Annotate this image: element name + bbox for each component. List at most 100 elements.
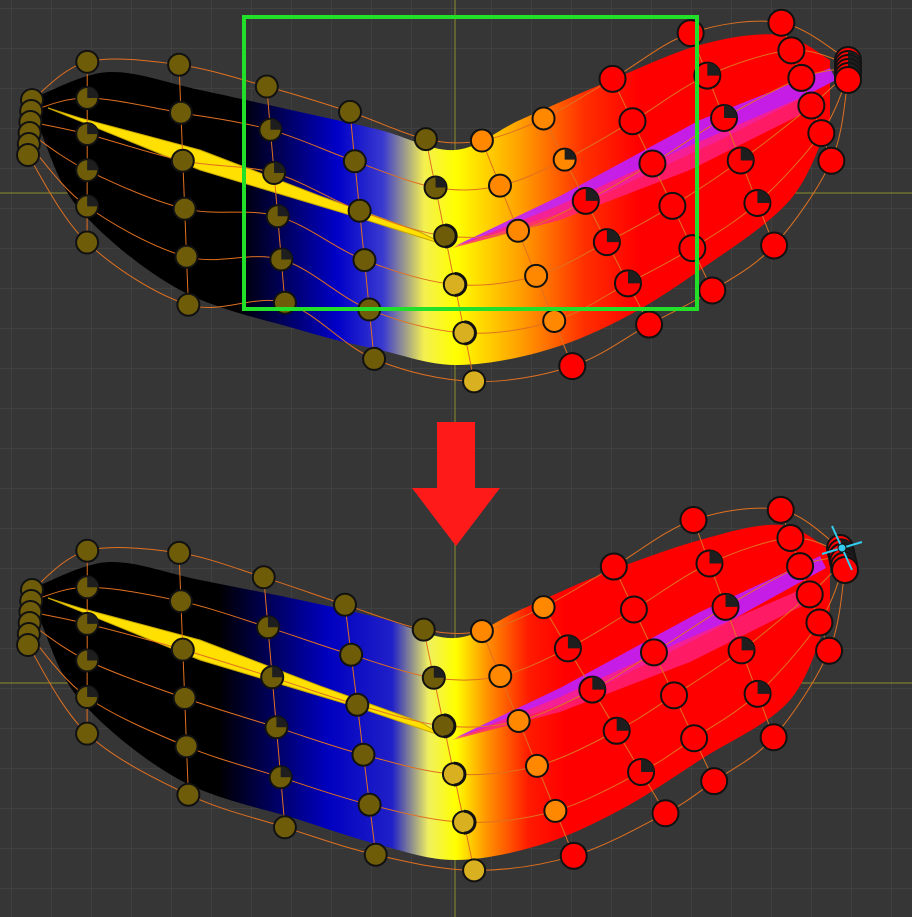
mesh-point[interactable]: [342, 149, 367, 174]
mesh-point-handle[interactable]: [635, 310, 664, 339]
mesh-point-handle[interactable]: [488, 664, 513, 689]
mesh-point[interactable]: [658, 191, 687, 220]
mesh-point[interactable]: [167, 540, 192, 565]
gradient-mesh-editor-canvas[interactable]: [0, 0, 912, 917]
mesh-point-handle[interactable]: [592, 228, 621, 257]
mesh-point[interactable]: [345, 692, 370, 717]
mesh-point-handle[interactable]: [272, 815, 297, 840]
mesh-point[interactable]: [525, 753, 549, 778]
mesh-point[interactable]: [598, 64, 627, 93]
mesh-point-handle[interactable]: [75, 158, 100, 183]
mesh-point[interactable]: [75, 721, 100, 746]
mesh-point[interactable]: [786, 552, 815, 581]
mesh-point[interactable]: [638, 149, 667, 178]
mesh-point[interactable]: [767, 8, 796, 37]
mesh-point-handle[interactable]: [531, 106, 556, 131]
mesh-point[interactable]: [660, 681, 689, 710]
mesh-point[interactable]: [174, 734, 199, 759]
mesh-point[interactable]: [488, 664, 513, 689]
mesh-point-handle[interactable]: [168, 100, 193, 125]
mesh-point-handle[interactable]: [260, 665, 285, 690]
mesh-point-handle[interactable]: [469, 128, 494, 153]
mesh-point-handle[interactable]: [469, 619, 494, 644]
mesh-point-handle[interactable]: [352, 248, 377, 273]
mesh-point[interactable]: [363, 842, 388, 867]
mesh-point-handle[interactable]: [638, 149, 667, 178]
mesh-point-handle[interactable]: [506, 708, 531, 733]
mesh-point-handle[interactable]: [421, 665, 446, 690]
mesh-point[interactable]: [817, 146, 846, 175]
mesh-point-handle[interactable]: [698, 276, 727, 305]
mesh-point-handle[interactable]: [552, 147, 577, 172]
mesh-point[interactable]: [635, 310, 664, 339]
mesh-point-handle[interactable]: [333, 592, 357, 617]
mesh-point[interactable]: [797, 91, 826, 120]
mesh-point-handle[interactable]: [726, 146, 755, 175]
mesh-point-handle[interactable]: [176, 782, 201, 807]
mesh-point-handle[interactable]: [571, 186, 600, 215]
mesh-point[interactable]: [639, 638, 668, 667]
mesh-point-handle[interactable]: [362, 346, 387, 371]
mesh-point[interactable]: [251, 565, 276, 590]
mesh-point-handle[interactable]: [75, 49, 100, 74]
mesh-point-handle[interactable]: [815, 636, 844, 665]
mesh-point-handle[interactable]: [639, 638, 668, 667]
mesh-point[interactable]: [559, 841, 588, 870]
mesh-point[interactable]: [75, 49, 100, 74]
mesh-point-handle[interactable]: [676, 19, 705, 48]
mesh-point[interactable]: [815, 636, 844, 665]
mesh-point[interactable]: [599, 552, 628, 581]
mesh-point-handle[interactable]: [75, 122, 100, 147]
mesh-point-handle[interactable]: [174, 244, 199, 269]
mesh-point-handle[interactable]: [831, 556, 859, 584]
mesh-point-handle[interactable]: [766, 495, 795, 524]
mesh-point[interactable]: [75, 538, 100, 563]
mesh-point-handle[interactable]: [16, 143, 40, 167]
mesh-point-handle[interactable]: [619, 595, 648, 624]
mesh-point[interactable]: [531, 595, 556, 620]
mesh-point-handle[interactable]: [627, 758, 656, 787]
mesh-point-handle[interactable]: [262, 161, 287, 186]
mesh-point-handle[interactable]: [347, 198, 372, 223]
mesh-point-handle[interactable]: [578, 675, 607, 704]
mesh-point[interactable]: [362, 346, 387, 371]
mesh-point[interactable]: [759, 723, 788, 752]
mesh-point-handle[interactable]: [678, 234, 707, 263]
mesh-point-handle[interactable]: [795, 580, 824, 609]
mesh-point-handle[interactable]: [543, 798, 568, 823]
mesh-point-handle[interactable]: [525, 753, 549, 778]
mesh-point-handle[interactable]: [487, 173, 512, 198]
mesh-point-handle[interactable]: [251, 565, 276, 590]
mesh-point-handle[interactable]: [776, 524, 805, 552]
mesh-point-handle[interactable]: [75, 648, 100, 673]
mesh-point[interactable]: [787, 63, 816, 92]
mesh-point[interactable]: [338, 99, 362, 124]
mesh-point-handle[interactable]: [75, 85, 100, 110]
mesh-point[interactable]: [776, 524, 805, 552]
mesh-point[interactable]: [469, 128, 494, 153]
mesh-point[interactable]: [618, 107, 647, 136]
mesh-point[interactable]: [524, 263, 549, 288]
mesh-point-handle[interactable]: [760, 231, 789, 260]
mesh-point-handle[interactable]: [170, 637, 195, 662]
mesh-point-handle[interactable]: [75, 575, 100, 600]
mesh-point[interactable]: [651, 799, 680, 828]
mesh-point-handle[interactable]: [411, 617, 436, 642]
mesh-point-handle[interactable]: [787, 63, 816, 92]
mesh-point[interactable]: [339, 642, 364, 667]
mesh-point-handle[interactable]: [423, 175, 448, 200]
mesh-point-handle[interactable]: [433, 223, 458, 249]
mesh-point[interactable]: [678, 234, 707, 263]
mesh-point[interactable]: [619, 595, 648, 624]
mesh-point[interactable]: [411, 617, 436, 642]
mesh-point[interactable]: [174, 244, 199, 269]
mesh-point[interactable]: [351, 742, 376, 767]
mesh-point-handle[interactable]: [660, 681, 689, 710]
mesh-point-handle[interactable]: [817, 146, 846, 175]
mesh-point[interactable]: [413, 127, 438, 152]
mesh-point-handle[interactable]: [75, 721, 100, 746]
mesh-point-handle[interactable]: [651, 799, 680, 828]
mesh-point-handle[interactable]: [602, 716, 631, 745]
mesh-point-handle[interactable]: [759, 723, 788, 752]
mesh-point-handle[interactable]: [599, 552, 628, 581]
